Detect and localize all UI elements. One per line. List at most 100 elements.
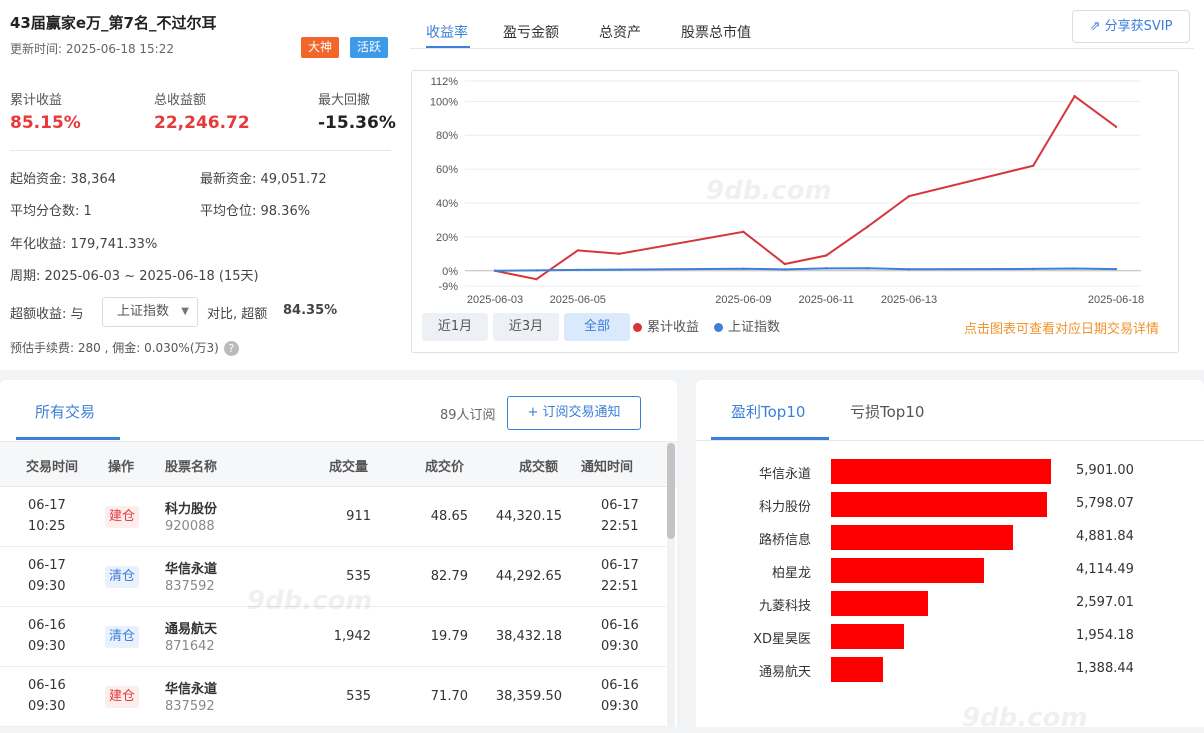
data-point[interactable]	[1032, 267, 1035, 271]
operation-badge: 清仓	[105, 626, 139, 648]
col-trade-time: 交易时间	[26, 460, 79, 475]
data-point[interactable]	[866, 225, 869, 228]
notify-time: 09:30	[601, 699, 639, 714]
data-point[interactable]	[907, 268, 911, 271]
trade-amount: 38,432.18	[495, 629, 562, 644]
legend-dot	[633, 323, 642, 332]
col-amount: 成交额	[519, 460, 559, 475]
data-point[interactable]	[618, 252, 621, 256]
stock-code: 837592	[165, 699, 215, 714]
data-point[interactable]	[535, 269, 538, 272]
tab-profit-top10[interactable]: 盈利Top10	[731, 401, 805, 422]
range-all-button[interactable]: 全部	[564, 313, 630, 341]
data-point[interactable]	[493, 269, 497, 272]
trade-date: 06-17	[28, 558, 66, 573]
top10-bar[interactable]	[831, 624, 904, 649]
active-tab-indicator	[16, 437, 120, 440]
y-tick-label: 40%	[436, 198, 458, 210]
trade-date: 06-16	[28, 678, 66, 693]
data-point[interactable]	[825, 254, 828, 257]
data-point[interactable]	[742, 230, 745, 233]
trade-time: 10:25	[28, 519, 66, 534]
data-point[interactable]	[907, 195, 911, 198]
watermark: 9db.com	[962, 703, 1088, 733]
data-point[interactable]	[618, 268, 621, 271]
top10-bar[interactable]	[831, 657, 883, 682]
data-point[interactable]	[1114, 267, 1118, 271]
watermark: 9db.com	[247, 586, 373, 616]
notify-time: 09:30	[601, 639, 639, 654]
y-tick-label: 60%	[436, 164, 458, 176]
trade-volume: 1,942	[333, 629, 371, 644]
table-header: 交易时间 操作 股票名称 成交量 成交价 成交额 通知时间	[0, 441, 677, 487]
data-point[interactable]	[1073, 267, 1076, 270]
range-3m-button[interactable]: 近3月	[493, 313, 559, 341]
table-row[interactable]: 06-16 09:30 清仓 通易航天 871642 1,942 19.79 38,432.1…	[0, 607, 666, 667]
range-1m-button[interactable]: 近1月	[422, 313, 488, 341]
notify-date: 06-16	[601, 618, 639, 633]
trade-price: 19.79	[430, 629, 468, 644]
trade-time: 09:30	[28, 639, 66, 654]
trade-price: 82.79	[430, 569, 468, 584]
top10-bar[interactable]	[831, 459, 1051, 484]
stock-name[interactable]: 华信永道	[165, 678, 217, 697]
stock-name[interactable]: 华信永道	[165, 558, 217, 577]
data-point[interactable]	[1073, 95, 1076, 98]
x-tick-label: 2025-06-05	[550, 294, 606, 306]
overview-panel: 43届赢家e万_第7名_不过尔耳 更新时间: 2025-06-18 15:22 …	[0, 0, 1204, 370]
subscribe-button[interactable]: + 订阅交易通知	[507, 396, 641, 430]
data-point[interactable]	[576, 249, 579, 252]
top10-item-value: 5,901.00	[1076, 463, 1134, 478]
legend-cumulative[interactable]: 累计收益	[633, 316, 699, 335]
tab-loss-top10[interactable]: 亏损Top10	[850, 401, 924, 422]
tab-divider	[696, 440, 1204, 441]
top10-item-value: 4,881.84	[1076, 529, 1134, 544]
chart-hint: 点击图表可查看对应日期交易详情	[964, 322, 1160, 337]
data-point[interactable]	[576, 268, 579, 272]
stock-code: 837592	[165, 579, 215, 594]
y-tick-label: 112%	[431, 76, 459, 88]
top10-item-value: 4,114.49	[1076, 562, 1134, 577]
tab-all-trades[interactable]: 所有交易	[35, 401, 95, 422]
data-point[interactable]	[783, 268, 786, 271]
table-row[interactable]: 06-16 09:30 建仓 华信永道 837592 535 71.70 38,359.50 0…	[0, 667, 666, 727]
data-point[interactable]	[866, 267, 869, 270]
table-row[interactable]: 06-17 10:25 建仓 科力股份 920088 911 48.65 44,320.15 0…	[0, 487, 666, 547]
legend-index[interactable]: 上证指数	[714, 316, 780, 335]
top10-bar[interactable]	[831, 591, 928, 616]
top10-item-name: 柏星龙	[771, 566, 811, 581]
x-tick-label: 2025-06-11	[798, 294, 853, 306]
legend-label: 上证指数	[728, 320, 781, 335]
trade-volume: 911	[346, 509, 371, 524]
data-point[interactable]	[535, 278, 538, 281]
operation-badge: 清仓	[105, 566, 139, 588]
data-point[interactable]	[783, 262, 786, 266]
data-point[interactable]	[1032, 164, 1035, 167]
operation-badge: 建仓	[105, 506, 139, 528]
top10-item-name: 路桥信息	[758, 533, 811, 548]
trade-amount: 44,292.65	[495, 569, 562, 584]
data-point[interactable]	[742, 267, 745, 270]
top10-item-name: 九菱科技	[758, 599, 811, 614]
top10-bar[interactable]	[831, 558, 985, 583]
data-point[interactable]	[1114, 125, 1118, 128]
scrollbar-thumb[interactable]	[667, 443, 675, 539]
x-tick-label: 2025-06-18	[1088, 294, 1144, 306]
col-operation: 操作	[108, 460, 135, 475]
top10-item-name: 通易航天	[758, 665, 811, 680]
legend-label: 累计收益	[647, 320, 700, 335]
trade-date: 06-16	[28, 618, 66, 633]
watermark: 9db.com	[706, 176, 832, 206]
data-point[interactable]	[825, 267, 828, 270]
trade-amount: 44,320.15	[495, 509, 562, 524]
stock-name[interactable]: 科力股份	[165, 498, 217, 517]
stock-code: 920088	[165, 519, 215, 534]
trade-volume: 535	[346, 689, 371, 704]
col-stock-name: 股票名称	[165, 460, 218, 475]
col-price: 成交价	[425, 460, 465, 475]
top10-bar[interactable]	[831, 525, 1013, 550]
stock-name[interactable]: 通易航天	[165, 618, 217, 637]
notify-date: 06-16	[601, 678, 639, 693]
top10-bar[interactable]	[831, 492, 1048, 517]
subscriber-count: 89人订阅	[440, 408, 496, 423]
